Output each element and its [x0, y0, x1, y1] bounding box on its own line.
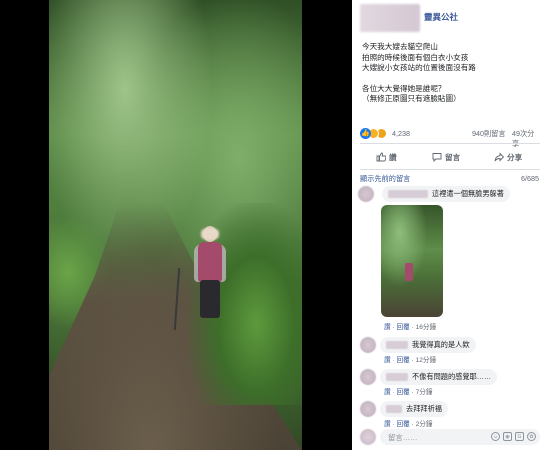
- comment-text: 這裡遣一個無臉男躲著: [432, 189, 504, 198]
- comment-like-link[interactable]: 讚: [384, 357, 391, 364]
- post-line: 各位大大覺得她是誰呢？: [362, 83, 446, 93]
- comment-meta: 讚 · 回覆 · 12分鐘: [384, 354, 436, 364]
- post-line-gap: [362, 74, 540, 84]
- comment-like-link[interactable]: 讚: [384, 389, 391, 396]
- like-label: 讚: [389, 152, 397, 162]
- sticker-icon[interactable]: ✿: [527, 432, 536, 441]
- commenter-name-blurred[interactable]: [386, 405, 402, 414]
- face-blur-sticker: [201, 228, 219, 240]
- composer-icons: ☺ ◉ G ✿: [491, 432, 536, 441]
- post-photo[interactable]: [49, 0, 302, 450]
- comment-input-placeholder[interactable]: 留言……: [388, 432, 418, 443]
- meta-separator: ·: [411, 357, 414, 364]
- post-header: 靈異公社: [358, 4, 539, 34]
- comment-meta: 讚 · 回覆 · 7分鐘: [384, 386, 432, 396]
- meta-separator: ·: [411, 421, 414, 428]
- comment-bubble: 去拜拜祈福: [380, 401, 448, 417]
- reaction-count[interactable]: 4,238: [392, 129, 410, 138]
- comment-index: 6/685: [521, 174, 539, 183]
- post-line: （無修正原圖只有遮臉貼圖）: [362, 94, 461, 103]
- comment-photo[interactable]: [381, 205, 443, 317]
- share-label: 分享: [507, 152, 523, 162]
- post-line: 拍照的時候後面有個白衣小女孩: [362, 52, 469, 62]
- comment-reply-link[interactable]: 回覆: [396, 421, 409, 428]
- comment-photo-hiker: [405, 263, 413, 281]
- comment-reply-link[interactable]: 回覆: [396, 324, 409, 331]
- commenter-avatar[interactable]: [360, 337, 376, 353]
- view-previous-comments-link[interactable]: 顯示先前的留言: [360, 174, 410, 184]
- commenter-avatar[interactable]: [360, 369, 376, 385]
- action-bar: 讚 留言 分享: [360, 148, 540, 166]
- share-button[interactable]: 分享: [494, 148, 522, 166]
- comment-label: 留言: [445, 152, 461, 162]
- current-user-avatar: [360, 429, 376, 445]
- commenter-name-blurred[interactable]: [386, 341, 408, 350]
- page-name[interactable]: 靈異公社: [424, 11, 458, 23]
- meta-separator: ·: [392, 421, 395, 428]
- commenter-avatar[interactable]: [360, 401, 376, 417]
- comment-meta: 讚 · 回覆 · 2分鐘: [384, 418, 432, 428]
- comment-like-link[interactable]: 讚: [384, 324, 391, 331]
- divider: [360, 143, 540, 144]
- hiking-pole: [173, 268, 181, 330]
- post-line: 大嫂說小女孩站的位置後面沒有路: [362, 63, 476, 72]
- comment-time: 7分鐘: [415, 389, 433, 396]
- comment-meta: 讚 · 回覆 · 16分鐘: [384, 321, 436, 331]
- gif-icon[interactable]: G: [515, 432, 524, 441]
- meta-separator: ·: [411, 389, 414, 396]
- commenter-name-blurred[interactable]: [386, 373, 408, 382]
- comment-icon: [432, 153, 442, 162]
- hiker-figure: [170, 222, 230, 332]
- thumbs-up-icon: [376, 152, 386, 162]
- like-button[interactable]: 讚: [376, 148, 397, 166]
- meta-separator: ·: [411, 324, 414, 331]
- comment-like-link[interactable]: 讚: [384, 421, 391, 428]
- commenter-name-blurred[interactable]: [388, 190, 428, 199]
- page-avatar[interactable]: [360, 4, 420, 32]
- photo-viewer: [0, 0, 352, 450]
- share-icon: [494, 152, 504, 162]
- hiker-legs: [200, 280, 220, 318]
- divider: [360, 169, 540, 170]
- comment-time: 12分鐘: [415, 357, 437, 364]
- post-body: 今天我大嫂去貓空爬山 拍照的時候後面有個白衣小女孩 大嫂說小女孩站的位置後面沒有…: [362, 42, 540, 105]
- camera-icon[interactable]: ◉: [503, 432, 512, 441]
- comment-time: 2分鐘: [415, 421, 433, 428]
- comment-count[interactable]: 940則留言: [472, 129, 506, 139]
- emoji-icon[interactable]: ☺: [491, 432, 500, 441]
- comment-text: 不像有問題的感覺耶……: [412, 372, 492, 381]
- comment-bubble: 這裡遣一個無臉男躲著: [382, 186, 510, 202]
- reaction-icons[interactable]: 👍: [360, 128, 392, 140]
- comment-button[interactable]: 留言: [432, 148, 460, 166]
- comment-bubble: 我覺得真的是人欸: [380, 337, 476, 353]
- like-reaction-icon: 👍: [360, 128, 371, 139]
- comment-bubble: 不像有問題的感覺耶……: [380, 369, 498, 385]
- comment-composer[interactable]: 留言…… ☺ ◉ G ✿: [380, 429, 540, 445]
- comment-text: 去拜拜祈福: [406, 404, 442, 413]
- meta-separator: ·: [392, 357, 395, 364]
- comment-text: 我覺得真的是人欸: [412, 340, 470, 349]
- meta-separator: ·: [392, 389, 395, 396]
- comment-reply-link[interactable]: 回覆: [396, 357, 409, 364]
- comment-reply-link[interactable]: 回覆: [396, 389, 409, 396]
- meta-separator: ·: [392, 324, 395, 331]
- hiker-body: [198, 242, 222, 282]
- commenter-avatar[interactable]: [358, 186, 374, 202]
- comment-time: 16分鐘: [415, 324, 437, 331]
- reaction-bar: 👍 4,238 940則留言 49次分享: [360, 127, 540, 148]
- post-line: 今天我大嫂去貓空爬山: [362, 42, 438, 51]
- share-count[interactable]: 49次分享: [512, 129, 540, 149]
